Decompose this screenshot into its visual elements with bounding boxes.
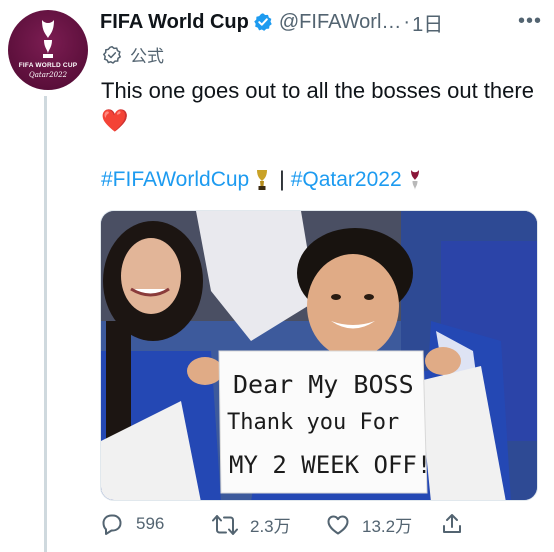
tweet-photo[interactable]: Dear My BOSS Thank you For MY 2 WEEK OFF…	[100, 210, 538, 501]
official-label-row: 公式	[102, 42, 164, 67]
avatar[interactable]: FIFA WORLD CUP Qatar2022	[8, 10, 88, 90]
hashtag-qatar2022[interactable]: #Qatar2022	[291, 168, 402, 192]
emblem-icon	[42, 20, 54, 58]
reply-button[interactable]: 596	[100, 512, 164, 536]
retweet-count: 2.3万	[250, 517, 291, 536]
tweet-text: This one goes out to all the bosses out …	[101, 76, 541, 136]
photo-illustration: Dear My BOSS Thank you For MY 2 WEEK OFF…	[101, 211, 537, 500]
retweet-icon	[212, 514, 238, 535]
account-handle[interactable]: @FIFAWorl…	[279, 11, 402, 34]
retweet-button[interactable]: 2.3万	[212, 512, 291, 537]
like-icon	[327, 515, 349, 534]
share-icon	[443, 514, 461, 533]
more-icon[interactable]: •••	[518, 10, 542, 33]
share-button[interactable]	[440, 512, 464, 536]
tweet-header: FIFA World Cup @FIFAWorl… · 1日 •••	[100, 8, 546, 36]
reply-icon	[102, 514, 122, 535]
avatar-column: FIFA WORLD CUP Qatar2022	[8, 10, 88, 90]
tweet-body: This one goes out to all the bosses out …	[101, 78, 534, 103]
official-badge-icon	[102, 45, 122, 64]
sign-line-1: Dear My BOSS	[233, 370, 414, 399]
reply-count: 596	[136, 514, 165, 533]
heart-emoji: ❤️	[101, 108, 129, 133]
sign-line-2: Thank you For	[227, 410, 399, 435]
verified-badge-icon	[253, 12, 273, 32]
like-count: 13.2万	[362, 517, 413, 536]
avatar-subtext: Qatar2022	[28, 71, 68, 79]
emblem-icon	[410, 170, 419, 190]
like-button[interactable]: 13.2万	[326, 512, 412, 537]
action-bar: 596 2.3万 13.2万	[100, 512, 540, 542]
trophy-icon	[257, 170, 268, 190]
hashtag-row: #FIFAWorldCup | #Qatar2022	[101, 168, 422, 192]
separator-dot: ·	[403, 10, 411, 33]
thread-line	[44, 96, 47, 552]
account-name[interactable]: FIFA World Cup	[100, 11, 249, 34]
avatar-text: FIFA WORLD CUP	[18, 62, 78, 69]
sign-line-3: MY 2 WEEK OFF!	[229, 451, 431, 479]
tweet-time[interactable]: 1日	[412, 8, 443, 37]
hashtag-separator: |	[279, 168, 285, 191]
hashtag-fifaworldcup[interactable]: #FIFAWorldCup	[101, 168, 249, 192]
official-label: 公式	[130, 47, 164, 66]
